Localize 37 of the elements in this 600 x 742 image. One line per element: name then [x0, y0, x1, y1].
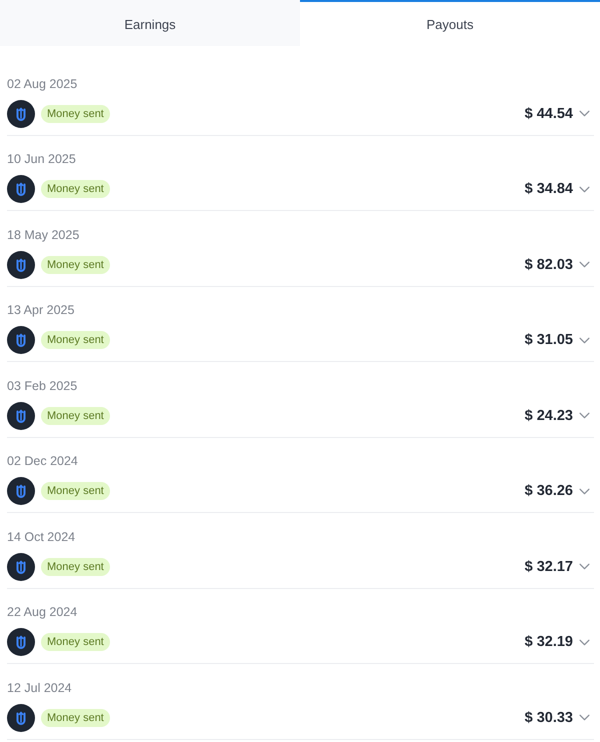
payout-amount: $ 44.54: [524, 104, 573, 122]
payout-amount: $ 32.17: [524, 558, 573, 576]
chevron-icon[interactable]: [579, 488, 590, 494]
payout-amount: $ 30.33: [524, 708, 573, 726]
payout-date: 02 Aug 2025: [7, 76, 78, 92]
payout-date: 02 Dec 2024: [7, 453, 78, 469]
status-badge: Money sent: [41, 331, 110, 349]
status-badge: Money sent: [41, 482, 110, 500]
payout-amount: $ 34.84: [524, 180, 573, 198]
chevron-icon[interactable]: [579, 638, 590, 646]
status-badge: Money sent: [41, 256, 110, 274]
payout-amount: $ 82.03: [524, 256, 573, 274]
payout-amount: $ 31.05: [524, 331, 573, 349]
status-badge: Money sent: [41, 406, 110, 424]
payout-date: 14 Oct 2024: [7, 528, 76, 544]
payout-date: 18 May 2025: [7, 226, 80, 242]
payout-date: 12 Jul 2024: [7, 680, 72, 696]
chevron-icon[interactable]: [579, 714, 590, 721]
chevron-icon[interactable]: [579, 336, 590, 344]
payout-amount: $ 32.19: [524, 633, 573, 651]
payout-amount: $ 36.26: [524, 482, 573, 500]
status-badge: Money sent: [41, 633, 110, 651]
status-badge: Money sent: [41, 180, 110, 198]
status-badge: Money sent: [41, 558, 110, 576]
chevron-icon[interactable]: [579, 110, 590, 117]
chevron-icon[interactable]: [579, 563, 590, 570]
payout-date: 13 Apr 2025: [7, 302, 74, 318]
payout-amount: $ 24.23: [524, 406, 573, 424]
payout-date: 03 Feb 2025: [7, 378, 78, 394]
status-badge: Money sent: [41, 708, 110, 726]
status-badge: Money sent: [41, 104, 110, 122]
chevron-icon[interactable]: [579, 186, 590, 192]
payout-date: 22 Aug 2024: [7, 604, 78, 620]
chevron-icon[interactable]: [579, 261, 590, 268]
chevron-icon[interactable]: [579, 412, 590, 419]
tab[interactable]: Earnings: [0, 0, 300, 46]
payout-date: 10 Jun 2025: [7, 151, 76, 167]
